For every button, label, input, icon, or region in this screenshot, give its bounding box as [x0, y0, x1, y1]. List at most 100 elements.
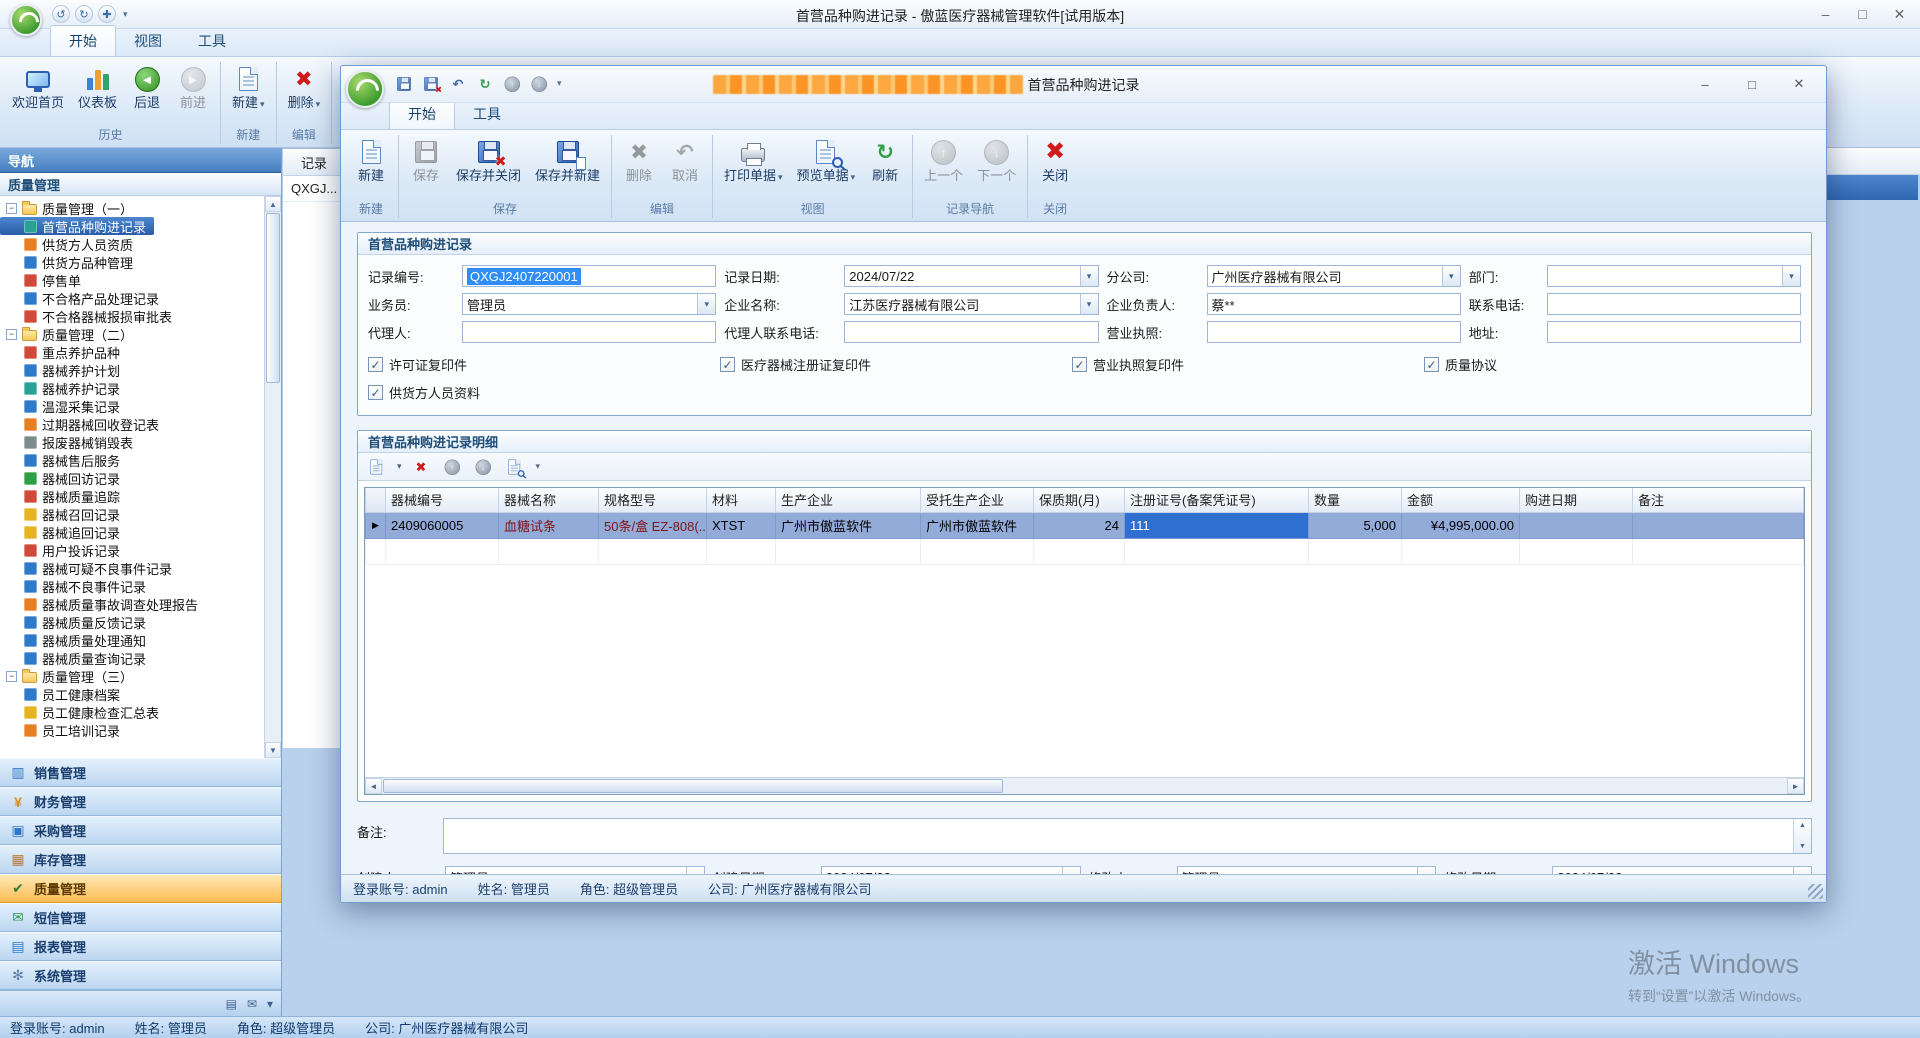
tree-section-2[interactable]: −质量管理（三）: [0, 667, 281, 685]
audit-field-0[interactable]: 管理员▾: [445, 866, 705, 874]
main-tab-0[interactable]: 开始: [50, 25, 116, 56]
field-input-0-1[interactable]: 2024/07/22▾: [844, 265, 1098, 287]
grid-column-header-1[interactable]: 器械名称: [499, 488, 599, 512]
grid-cell-0-7[interactable]: 111: [1125, 512, 1309, 538]
tree-item-1-16[interactable]: 器械质量处理通知: [0, 631, 281, 649]
grid-column-header-7[interactable]: 注册证号(备案凭证号): [1125, 488, 1309, 512]
dropdown-arrow-icon[interactable]: ▾: [397, 461, 402, 472]
qat-customize-icon[interactable]: ▾: [555, 78, 564, 89]
dialog-ribbon-button-5-0[interactable]: ✖关闭: [1033, 133, 1077, 184]
dropdown-icon[interactable]: ▾: [1080, 266, 1098, 286]
tree-item-1-2[interactable]: 器械养护记录: [0, 379, 281, 397]
refresh-icon[interactable]: ✚: [98, 5, 116, 23]
redo-icon[interactable]: ↻: [75, 5, 93, 23]
scroll-left-icon[interactable]: ◄: [365, 778, 382, 794]
dropdown-icon[interactable]: ▾: [1417, 867, 1435, 874]
dialog-ribbon-button-3-0[interactable]: 打印单据▾: [718, 133, 789, 186]
edit-row-button[interactable]: [503, 455, 526, 478]
scroll-up-icon[interactable]: ▲: [265, 196, 281, 212]
qat-customize-icon[interactable]: ▾: [121, 9, 130, 20]
tree-item-0-1[interactable]: 供货方人员资质: [0, 235, 281, 253]
field-input-2-0[interactable]: [462, 321, 716, 343]
tree-item-2-1[interactable]: 员工健康检查汇总表: [0, 703, 281, 721]
grid-cell-0-9[interactable]: ¥4,995,000.00: [1402, 512, 1520, 538]
dialog-ribbon-button-3-2[interactable]: ↻刷新: [863, 133, 907, 184]
tree-item-1-14[interactable]: 器械质量事故调查处理报告: [0, 595, 281, 613]
grid-column-header-5[interactable]: 受托生产企业: [921, 488, 1034, 512]
tree-item-1-8[interactable]: 器械质量追踪: [0, 487, 281, 505]
checkbox-2[interactable]: ✓营业执照复印件: [1072, 355, 1424, 374]
tree-item-1-1[interactable]: 器械养护计划: [0, 361, 281, 379]
grid-column-header-8[interactable]: 数量: [1309, 488, 1402, 512]
redo-button[interactable]: ↻: [474, 73, 495, 94]
field-input-1-2[interactable]: 蔡**: [1207, 293, 1461, 315]
spin-down-icon[interactable]: ▼: [1799, 843, 1806, 850]
module-button-5[interactable]: ✉短信管理: [0, 903, 281, 932]
checkbox-0[interactable]: ✓许可证复印件: [368, 355, 720, 374]
tree-item-1-9[interactable]: 器械召回记录: [0, 505, 281, 523]
dialog-ribbon-button-2-0[interactable]: ✖删除: [617, 133, 661, 184]
grid-cell-0-11[interactable]: [1633, 512, 1804, 538]
grid-column-header-3[interactable]: 材料: [707, 488, 776, 512]
dialog-ribbon-button-0-0[interactable]: 新建: [349, 133, 393, 184]
dropdown-icon[interactable]: ▾: [1062, 867, 1080, 874]
dialog-ribbon-button-3-1[interactable]: 预览单据▾: [791, 133, 862, 186]
minimize-button[interactable]: –: [1807, 1, 1844, 27]
background-list-cell[interactable]: QXGJ...: [283, 176, 340, 202]
module-button-6[interactable]: ▤报表管理: [0, 932, 281, 961]
remark-spinner[interactable]: ▲ ▼: [1793, 819, 1811, 853]
audit-field-2[interactable]: 管理员▾: [1177, 866, 1437, 874]
checkbox-1[interactable]: ✓医疗器械注册证复印件: [720, 355, 1072, 374]
tree-section-1[interactable]: −质量管理（二）: [0, 325, 281, 343]
grid-cell-0-6[interactable]: 24: [1034, 512, 1125, 538]
tree-item-1-10[interactable]: 器械追回记录: [0, 523, 281, 541]
grid-row-0[interactable]: ▶2409060005血糖试条50条/盒 EZ-808(...XTST广州市傲蓝…: [366, 512, 1804, 538]
field-input-0-0[interactable]: QXGJ2407220001: [462, 265, 716, 287]
module-button-1[interactable]: ¥财务管理: [0, 787, 281, 816]
tree-item-1-7[interactable]: 器械回访记录: [0, 469, 281, 487]
field-input-1-1[interactable]: 江苏医疗器械有限公司▾: [844, 293, 1098, 315]
dialog-ribbon-button-1-0[interactable]: 保存: [404, 133, 448, 184]
tree-item-0-5[interactable]: 不合格器械报损审批表: [0, 307, 281, 325]
dropdown-icon[interactable]: ▾: [1442, 266, 1460, 286]
dropdown-icon[interactable]: ▾: [686, 867, 704, 874]
module-button-7[interactable]: ✻系统管理: [0, 961, 281, 990]
remark-input[interactable]: ▲ ▼: [443, 818, 1812, 854]
collapse-icon[interactable]: −: [6, 203, 17, 214]
undo-icon[interactable]: ↺: [52, 5, 70, 23]
resize-grip[interactable]: [1808, 884, 1823, 899]
tree-item-1-11[interactable]: 用户投诉记录: [0, 541, 281, 559]
grid-column-header-2[interactable]: 规格型号: [599, 488, 707, 512]
detail-grid-hscrollbar[interactable]: ◄ ►: [365, 777, 1804, 794]
tree-item-1-15[interactable]: 器械质量反馈记录: [0, 613, 281, 631]
grid-new-row[interactable]: [366, 538, 1804, 564]
checkbox-3[interactable]: ✓质量协议: [1424, 355, 1776, 374]
field-input-0-2[interactable]: 广州医疗器械有限公司▾: [1207, 265, 1461, 287]
module-button-3[interactable]: ▦库存管理: [0, 845, 281, 874]
grid-cell-0-2[interactable]: 50条/盒 EZ-808(...: [599, 512, 707, 538]
grid-cell-0-5[interactable]: 广州市傲蓝软件: [921, 512, 1034, 538]
main-tab-1[interactable]: 视图: [116, 26, 180, 56]
main-ribbon-button-0-2[interactable]: ◄后退: [125, 60, 169, 111]
tree-item-2-0[interactable]: 员工健康档案: [0, 685, 281, 703]
dropdown-icon[interactable]: ▾: [697, 294, 715, 314]
tree-section-0[interactable]: −质量管理（一）: [0, 199, 281, 217]
dialog-maximize-button[interactable]: □: [1730, 71, 1774, 97]
app-logo-icon[interactable]: [10, 4, 42, 36]
spin-up-icon[interactable]: ▲: [1799, 822, 1806, 829]
grid-cell-0-3[interactable]: XTST: [707, 512, 776, 538]
scroll-track[interactable]: [265, 384, 281, 742]
audit-field-3[interactable]: 2024/07/22▾: [1552, 866, 1812, 874]
scroll-right-icon[interactable]: ►: [1787, 778, 1804, 794]
overflow-report-icon[interactable]: ▤: [226, 997, 237, 1011]
field-input-2-1[interactable]: [844, 321, 1098, 343]
checkbox-4[interactable]: ✓供货方人员资料: [368, 383, 720, 402]
dialog-minimize-button[interactable]: –: [1683, 71, 1727, 97]
dropdown-icon[interactable]: ▾: [1080, 294, 1098, 314]
scroll-thumb[interactable]: [266, 213, 280, 383]
tree-item-1-4[interactable]: 过期器械回收登记表: [0, 415, 281, 433]
module-button-0[interactable]: ▥销售管理: [0, 758, 281, 787]
field-input-1-0[interactable]: 管理员▾: [462, 293, 716, 315]
main-tab-2[interactable]: 工具: [180, 26, 244, 56]
main-ribbon-button-2-0[interactable]: ✖删除▾: [282, 60, 327, 113]
